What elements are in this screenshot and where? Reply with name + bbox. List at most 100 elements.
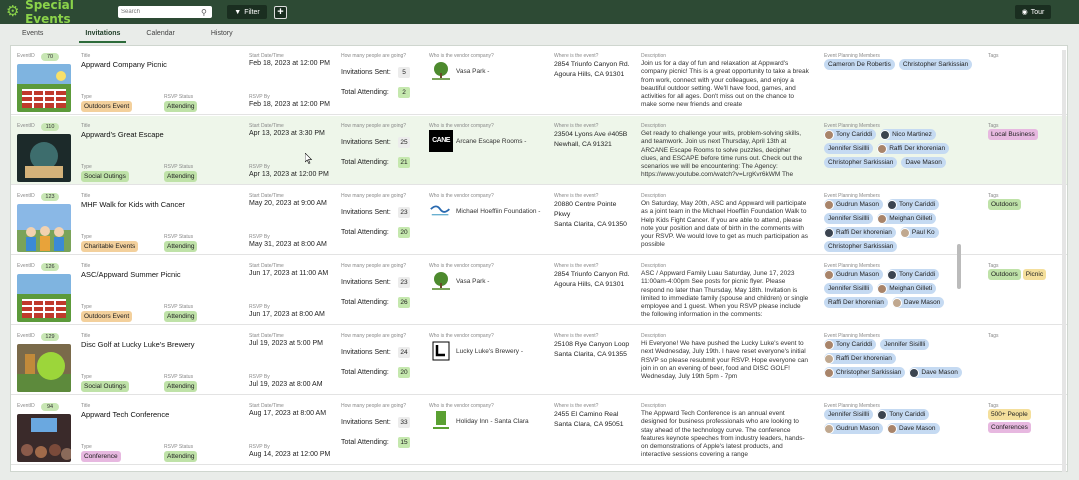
tab-invitations[interactable]: Invitations (79, 25, 127, 43)
vendor-name[interactable]: Arcane Escape Rooms - (456, 138, 526, 145)
member-chip[interactable]: Dave Mason (887, 423, 940, 434)
planning-members: Tony Cariddi Nico Martinez Jennifer Sisill… (824, 129, 974, 168)
member-chip[interactable]: Jennifer Sisillli (824, 143, 874, 154)
avatar (824, 339, 834, 350)
start-date: Jul 19, 2023 at 5:00 PM (249, 340, 323, 347)
member-chip[interactable]: Paul Ko (899, 227, 939, 238)
member-chip[interactable]: Raffi Der khorenian (824, 227, 896, 238)
vendor-name[interactable]: Vasa Park - (456, 278, 489, 285)
member-chip[interactable]: Gudrun Mason (824, 199, 883, 210)
rsvp-by-date: Aug 14, 2023 at 12:00 PM (249, 451, 331, 458)
vendor-logo (429, 270, 453, 292)
rsvp-by-date: Feb 18, 2023 at 12:00 PM (249, 101, 330, 108)
description-label: Description (641, 123, 667, 129)
member-name: Jennifer Sisillli (828, 215, 870, 222)
search-input[interactable] (121, 9, 201, 15)
member-chip[interactable]: Cameron De Robertis (824, 59, 895, 70)
planning-members: Cameron De Robertis Christopher Sarkissia… (824, 59, 974, 70)
search-box[interactable]: ⚲ (118, 6, 212, 18)
invitations-sent-count: 23 (398, 277, 410, 288)
member-chip[interactable]: Jennifer Sisillli (824, 213, 874, 224)
type-label: Type (81, 374, 92, 380)
table-row[interactable]: EventID 110 Title Appward's Great Escape Typ… (11, 116, 1067, 185)
how-many-label: How many people are going? (341, 333, 407, 339)
vendor-name[interactable]: Michael Hoeffiin Foundation - (456, 208, 540, 215)
rsvp-status-badge[interactable]: Attending (164, 171, 198, 182)
rsvp-status-label: RSVP Status (164, 304, 194, 310)
filter-button[interactable]: ▼ Filter (227, 5, 267, 19)
table-row[interactable]: EventID 126 Title ASC/Appward Summer Picnic… (11, 256, 1067, 325)
member-chip[interactable]: Tony Cariddi (887, 269, 940, 280)
planning-members: Jennifer Sisillli Tony Cariddi Gudrun Maso… (824, 409, 974, 434)
vendor-name[interactable]: Holiday Inn - Santa Clara (456, 418, 529, 425)
rsvp-by-date: Jun 17, 2023 at 8:00 AM (249, 311, 325, 318)
member-name: Christopher Sarkissian (836, 369, 902, 376)
event-title[interactable]: ASC/Appward Summer Picnic (81, 270, 181, 279)
vendor-name[interactable]: Vasa Park - (456, 68, 489, 75)
total-attending-count: 20 (398, 227, 410, 238)
add-button[interactable]: + (274, 5, 287, 19)
member-chip[interactable]: Christopher Sarkissian (824, 367, 906, 378)
table-row[interactable]: EventID 70 Title Appward Company Picnic Type… (11, 46, 1067, 115)
tour-button[interactable]: ◉ Tour (1015, 5, 1051, 19)
member-chip[interactable]: Dave Mason (909, 367, 962, 378)
event-title[interactable]: Disc Golf at Lucky Luke's Brewery (81, 340, 195, 349)
event-description: On Saturday, May 20th, ASC and Appward w… (641, 200, 809, 249)
event-title[interactable]: Appward Tech Conference (81, 410, 169, 419)
member-chip[interactable]: Jennifer Sisillli (824, 409, 874, 420)
invitations-sent-label: Invitations Sent: (341, 69, 391, 76)
member-chip[interactable]: Dave Mason (901, 157, 946, 168)
event-id-badge: 110 (41, 123, 59, 131)
event-type-tag: Social Outings (81, 381, 129, 392)
event-id-label: EventID (17, 53, 35, 59)
member-chip[interactable]: Raffi Der khorenian (877, 143, 950, 154)
rsvp-status-badge[interactable]: Attending (164, 101, 198, 112)
member-chip[interactable]: Gudrun Mason (824, 423, 883, 434)
member-chip[interactable]: Dave Mason (891, 297, 945, 308)
tab-bar: Events Invitations Calendar History (0, 24, 1079, 44)
member-chip[interactable]: Christopher Sarkissian (824, 241, 898, 252)
member-name: Meighan Gilleti (889, 215, 933, 222)
member-chip[interactable]: Raffi Der khorenian (824, 297, 888, 308)
member-chip[interactable]: Tony Cariddi (824, 339, 877, 350)
member-chip[interactable]: Christopher Sarkissian (898, 59, 973, 70)
rsvp-status-badge[interactable]: Attending (164, 451, 198, 462)
app-logo: ⚙ Special Events (6, 0, 118, 26)
event-title[interactable]: Appward Company Picnic (81, 60, 167, 69)
tab-calendar[interactable]: Calendar (146, 25, 190, 43)
how-many-label: How many people are going? (341, 403, 407, 409)
member-chip[interactable]: Tony Cariddi (887, 199, 940, 210)
address-line-2: Pkwy (554, 211, 571, 218)
rsvp-status-badge[interactable]: Attending (164, 381, 198, 392)
scrollbar[interactable] (1062, 50, 1066, 472)
description-label: Description (641, 193, 667, 199)
avatar (824, 227, 834, 238)
event-title[interactable]: Appward's Great Escape (81, 130, 164, 139)
rsvp-status-badge[interactable]: Attending (164, 241, 198, 252)
search-icon[interactable]: ⚲ (201, 8, 207, 17)
event-title[interactable]: MHF Walk for Kids with Cancer (81, 200, 185, 209)
table-row[interactable]: EventID 129 Title Disc Golf at Lucky Luke's… (11, 326, 1067, 395)
member-chip[interactable]: Gudrun Mason (824, 269, 883, 280)
member-chip[interactable]: Christopher Sarkissian (824, 157, 898, 168)
vendor-name[interactable]: Lucky Luke's Brewery - (456, 348, 523, 355)
table-row[interactable]: EventID 94 Title Appward Tech Conference Typ… (11, 396, 1067, 465)
member-chip[interactable]: Tony Cariddi (824, 129, 877, 140)
member-name: Gudrun Mason (836, 271, 879, 278)
member-chip[interactable]: Jennifer Sisillli (824, 283, 874, 294)
rsvp-status-badge[interactable]: Attending (164, 311, 198, 322)
member-chip[interactable]: Meighan Gilleti (877, 213, 937, 224)
total-attending-label: Total Attending: (341, 229, 389, 236)
member-chip[interactable]: Nico Martinez (880, 129, 936, 140)
member-chip[interactable]: Raffi Der khorenian (824, 353, 896, 364)
member-name: Christopher Sarkissian (902, 61, 969, 68)
member-chip[interactable]: Jennifer Sisillli (880, 339, 930, 350)
event-tags: 500+ People Conferences (988, 409, 1066, 433)
inner-scroll-thumb[interactable] (957, 244, 961, 289)
table-row[interactable]: EventID 123 Title MHF Walk for Kids with Ca… (11, 186, 1067, 255)
tab-history[interactable]: History (211, 25, 249, 43)
tab-events[interactable]: Events (22, 25, 59, 43)
member-chip[interactable]: Meighan Gilleti (877, 283, 937, 294)
member-chip[interactable]: Tony Cariddi (877, 409, 930, 420)
start-date: Jun 17, 2023 at 11:00 AM (249, 270, 329, 277)
